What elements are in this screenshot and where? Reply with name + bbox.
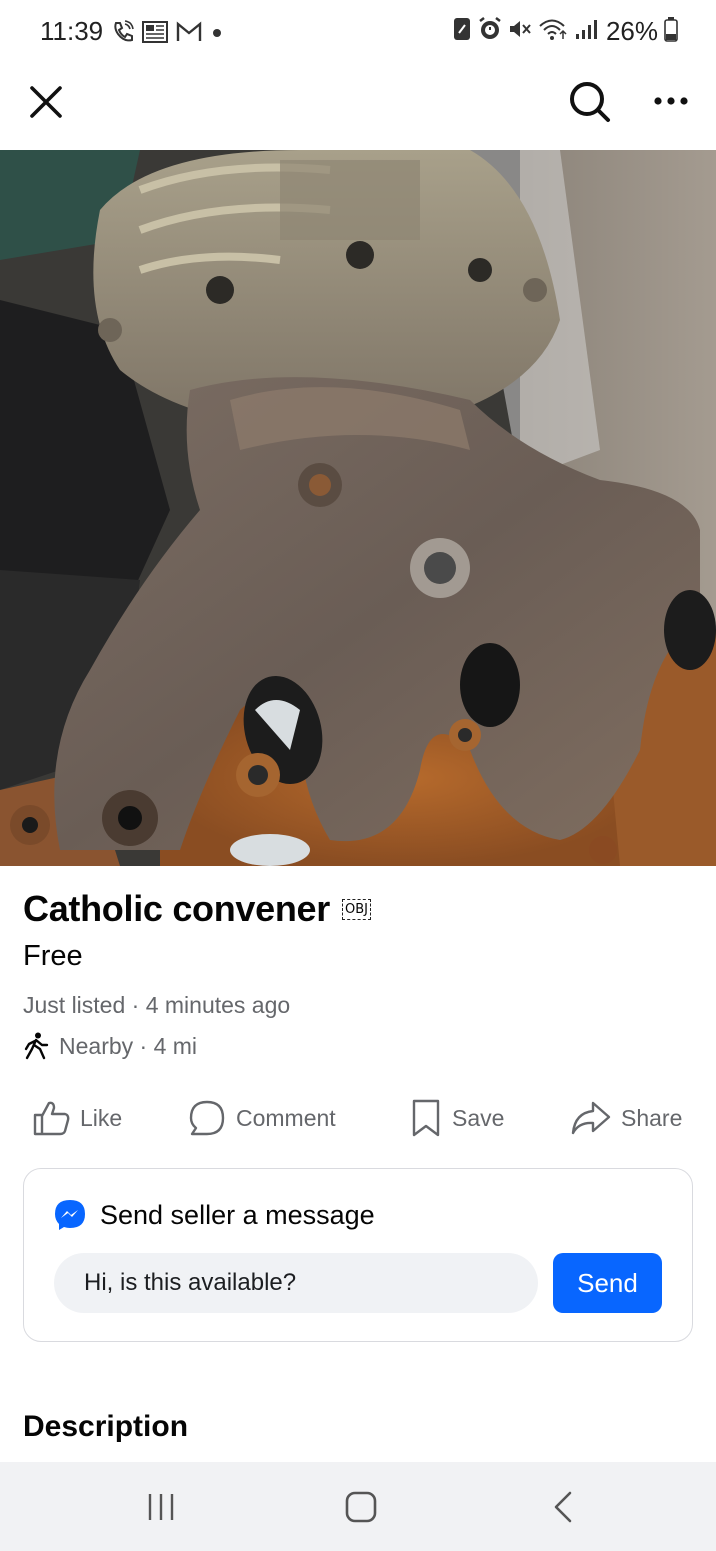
share-label: Share: [621, 1104, 683, 1131]
like-button[interactable]: Like: [32, 1092, 122, 1144]
battery-icon: [664, 16, 678, 47]
back-icon: [554, 1491, 572, 1523]
status-right-icons: 26%: [452, 16, 678, 47]
mute-icon: [508, 17, 532, 46]
wifi-icon: [538, 17, 568, 46]
recents-button[interactable]: [137, 1484, 185, 1530]
distance-label: Nearby · 4 mi: [59, 1032, 198, 1059]
close-icon: [30, 86, 62, 118]
send-button[interactable]: Send: [553, 1253, 662, 1313]
battery-percent: 26%: [605, 16, 658, 46]
description-heading: Description: [23, 1410, 189, 1443]
listing-title: Catholic convener: [23, 888, 330, 929]
back-button[interactable]: [539, 1484, 587, 1530]
listing-distance: Nearby · 4 mi: [23, 1032, 197, 1060]
listing-photo[interactable]: [0, 150, 716, 866]
home-icon: [345, 1491, 377, 1523]
comment-icon: [189, 1100, 225, 1136]
nfc-icon: [452, 16, 472, 47]
wifi-calling-icon: [112, 20, 134, 49]
signal-icon: [574, 18, 600, 45]
listing-price: Free: [23, 940, 83, 972]
exhaust-manifold-image: [0, 150, 716, 866]
home-button[interactable]: [337, 1484, 385, 1530]
action-row: Like Comment Save Share: [0, 1092, 716, 1144]
like-label: Like: [80, 1104, 123, 1131]
status-time: 11:39: [40, 16, 104, 46]
messenger-icon: [55, 1200, 85, 1230]
message-input[interactable]: [54, 1253, 538, 1313]
close-button[interactable]: [24, 80, 68, 124]
listing-title-row: Catholic convener OBJ: [23, 888, 371, 930]
comment-button[interactable]: Comment: [188, 1092, 336, 1144]
system-nav-bar: [0, 1462, 716, 1551]
message-card-title: Send seller a message: [100, 1199, 375, 1230]
save-button[interactable]: Save: [410, 1092, 504, 1144]
news-icon: [142, 20, 168, 49]
more-button[interactable]: [648, 78, 694, 124]
recents-icon: [148, 1494, 174, 1520]
message-seller-card: Send seller a message Send: [23, 1168, 693, 1342]
object-badge: OBJ: [341, 898, 371, 920]
top-nav: [0, 68, 716, 150]
gmail-icon: [176, 21, 202, 48]
alarm-icon: [478, 16, 502, 47]
share-button[interactable]: Share: [571, 1092, 682, 1144]
walking-icon: [24, 1032, 49, 1060]
search-icon: [570, 82, 610, 122]
status-bar: 11:39 26%: [0, 0, 716, 68]
status-left-icons: [112, 20, 224, 49]
search-button[interactable]: [566, 78, 612, 124]
comment-label: Comment: [236, 1104, 336, 1131]
message-card-header: Send seller a message: [54, 1199, 375, 1231]
bookmark-icon: [412, 1099, 440, 1137]
thumbs-up-icon: [33, 1101, 70, 1136]
notification-dot-icon: [210, 25, 224, 44]
save-label: Save: [452, 1104, 505, 1131]
more-icon: [654, 97, 688, 105]
share-icon: [571, 1101, 611, 1135]
listing-time: Just listed · 4 minutes ago: [23, 992, 291, 1018]
